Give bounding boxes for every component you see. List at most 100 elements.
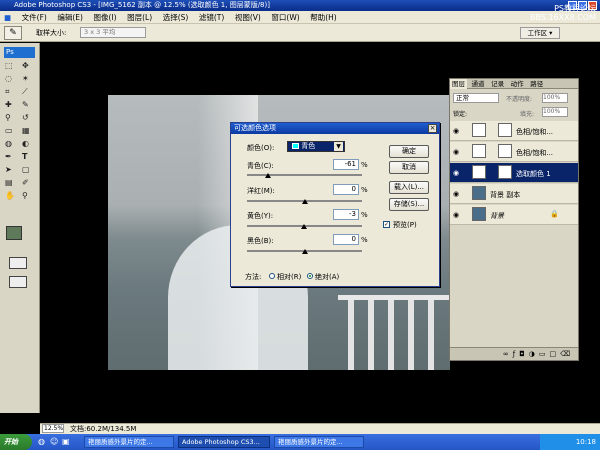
- dialog-close-icon[interactable]: ×: [428, 124, 437, 133]
- eye-icon[interactable]: ◉: [453, 127, 459, 135]
- crop-tool-icon[interactable]: ⌗: [5, 87, 19, 97]
- eye-icon[interactable]: ◉: [453, 169, 459, 177]
- magenta-slider-thumb[interactable]: [302, 199, 308, 204]
- load-button[interactable]: 载入(L)...: [389, 181, 429, 194]
- desktop-icon[interactable]: ▣: [62, 437, 70, 446]
- shape-tool-icon[interactable]: ▢: [22, 165, 36, 175]
- color-select[interactable]: 青色 ▼: [287, 141, 345, 152]
- absolute-radio[interactable]: [307, 273, 313, 279]
- adjustment-icon[interactable]: ◑: [529, 350, 539, 358]
- folder-icon[interactable]: ▭: [539, 350, 550, 358]
- magic-wand-icon[interactable]: ✶: [22, 74, 36, 84]
- hand-tool-icon[interactable]: ✋: [5, 191, 19, 201]
- stamp-tool-icon[interactable]: ⚲: [5, 113, 19, 123]
- opacity-field[interactable]: 100%: [542, 93, 568, 103]
- black-field[interactable]: 0: [333, 234, 359, 245]
- screen-mode-icon[interactable]: [9, 276, 27, 288]
- messenger-icon[interactable]: ☺: [50, 437, 58, 446]
- mask-icon[interactable]: ◘: [519, 350, 529, 358]
- menu-window[interactable]: 窗口(W): [267, 11, 303, 24]
- eraser-tool-icon[interactable]: ▭: [5, 126, 19, 136]
- system-tray: 10:18: [540, 434, 600, 450]
- preview-checkbox[interactable]: ✓: [383, 221, 390, 228]
- tab-layers[interactable]: 图层: [450, 79, 467, 89]
- layer-row[interactable]: ◉ 背景 🔒: [450, 205, 578, 225]
- yellow-slider-thumb[interactable]: [301, 224, 307, 229]
- tab-actions[interactable]: 动作: [509, 79, 526, 89]
- layer-row[interactable]: ◉ 背景 副本: [450, 184, 578, 204]
- layer-row[interactable]: ◉ 色相/饱和...: [450, 121, 578, 141]
- move-tool-icon[interactable]: ✥: [22, 61, 36, 71]
- layer-row[interactable]: ◉ 色相/饱和...: [450, 142, 578, 162]
- save-button[interactable]: 存储(S)...: [389, 198, 429, 211]
- tab-channels[interactable]: 通道: [470, 79, 487, 89]
- tab-history[interactable]: 记录: [489, 79, 506, 89]
- eyedropper-tool-icon[interactable]: ✎: [4, 26, 22, 40]
- menu-layer[interactable]: 图层(L): [123, 11, 156, 24]
- eye-icon[interactable]: ◉: [453, 148, 459, 156]
- eye-icon[interactable]: ◉: [453, 190, 459, 198]
- eye-icon[interactable]: ◉: [453, 211, 459, 219]
- history-brush-icon[interactable]: ↺: [22, 113, 36, 123]
- eyedropper-icon[interactable]: ✐: [22, 178, 36, 188]
- menu-filter[interactable]: 滤镜(T): [195, 11, 228, 24]
- cyan-slider-thumb[interactable]: [265, 173, 271, 178]
- menu-file[interactable]: 文件(F): [18, 11, 51, 24]
- gradient-tool-icon[interactable]: ▦: [22, 126, 36, 136]
- layers-panel: 图层 通道 记录 动作 路径 正常 不透明度: 100% 锁定: 填充: 100…: [449, 78, 579, 361]
- lock-label: 锁定:: [453, 111, 468, 118]
- magenta-label: 洋红(M):: [247, 187, 275, 195]
- lock-icon: 🔒: [550, 210, 559, 218]
- task-button-active[interactable]: Adobe Photoshop CS3...: [178, 436, 270, 448]
- blur-tool-icon[interactable]: ◍: [5, 139, 19, 149]
- preview-label: 预览(P): [393, 221, 417, 229]
- yellow-field[interactable]: -3: [333, 209, 359, 220]
- menu-image[interactable]: 图像(I): [90, 11, 121, 24]
- dialog-title: 可选颜色选项: [231, 123, 439, 134]
- black-slider-thumb[interactable]: [302, 249, 308, 254]
- menu-view[interactable]: 视图(V): [231, 11, 265, 24]
- ok-button[interactable]: 确定: [389, 145, 429, 158]
- foreground-color-swatch[interactable]: [6, 226, 22, 240]
- type-tool-icon[interactable]: T: [22, 152, 36, 162]
- start-button[interactable]: 开始: [0, 434, 32, 450]
- task-button[interactable]: 艳丽质感外景片的定...: [274, 436, 364, 448]
- sample-size-select[interactable]: 3 x 3 平均: [80, 27, 146, 38]
- cyan-swatch: [292, 143, 299, 149]
- slice-tool-icon[interactable]: ⟋: [22, 87, 36, 97]
- relative-radio[interactable]: [269, 273, 275, 279]
- ie-icon[interactable]: ◍: [38, 437, 45, 446]
- magenta-field[interactable]: 0: [333, 184, 359, 195]
- new-layer-icon[interactable]: □: [549, 350, 560, 358]
- menu-edit[interactable]: 编辑(E): [53, 11, 87, 24]
- task-button[interactable]: 艳丽质感外景片的定...: [84, 436, 174, 448]
- lasso-tool-icon[interactable]: ◌: [5, 74, 19, 84]
- ps-logo: Ps: [4, 47, 35, 58]
- dodge-tool-icon[interactable]: ◐: [22, 139, 36, 149]
- tab-paths[interactable]: 路径: [528, 79, 545, 89]
- yellow-unit: %: [361, 211, 368, 219]
- layer-row-selected[interactable]: ◉ 选取颜色 1: [450, 163, 578, 183]
- marquee-tool-icon[interactable]: ⬚: [5, 61, 19, 71]
- pen-tool-icon[interactable]: ✒: [5, 152, 19, 162]
- notes-tool-icon[interactable]: ▤: [5, 178, 19, 188]
- healing-tool-icon[interactable]: ✚: [5, 100, 19, 110]
- cancel-button[interactable]: 取消: [389, 161, 429, 174]
- quick-mask-icon[interactable]: [9, 257, 27, 269]
- fill-field[interactable]: 100%: [542, 107, 568, 117]
- link-icon[interactable]: ∞: [503, 350, 513, 358]
- blend-mode-select[interactable]: 正常: [453, 93, 499, 103]
- cyan-field[interactable]: -61: [333, 159, 359, 170]
- relative-label: 相对(R): [277, 273, 302, 281]
- menu-help[interactable]: 帮助(H): [306, 11, 341, 24]
- zoom-field[interactable]: 12.5%: [42, 424, 64, 433]
- ps-menu-icon[interactable]: ■: [0, 11, 15, 24]
- layer-name: 色相/饱和...: [516, 149, 554, 157]
- zoom-tool-icon[interactable]: ⚲: [22, 191, 36, 201]
- trash-icon[interactable]: ⌫: [560, 350, 574, 358]
- menu-select[interactable]: 选择(S): [159, 11, 193, 24]
- magenta-unit: %: [361, 186, 368, 194]
- path-select-icon[interactable]: ➤: [5, 165, 19, 175]
- brush-tool-icon[interactable]: ✎: [22, 100, 36, 110]
- workspace-button[interactable]: 工作区 ▾: [520, 27, 560, 39]
